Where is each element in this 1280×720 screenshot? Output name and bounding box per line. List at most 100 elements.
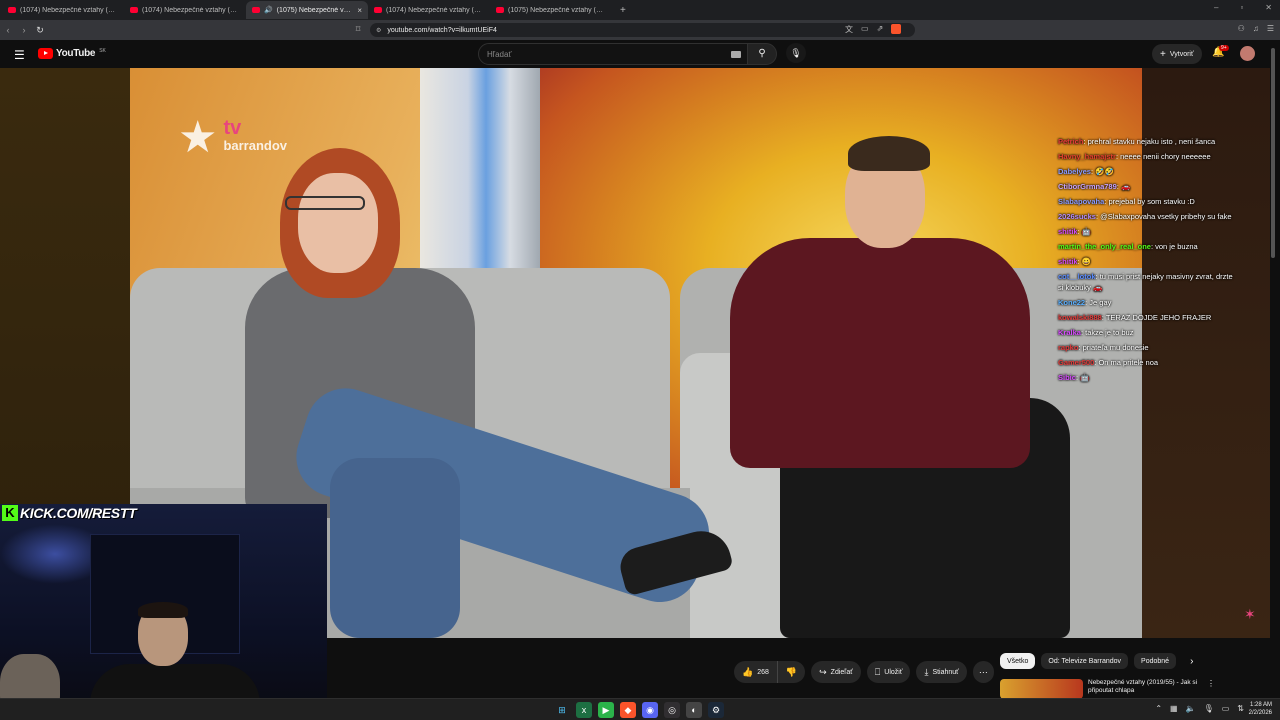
- streamer-webcam: K KICK.COM/RESTT: [0, 504, 327, 720]
- system-tray: ⌃ ▦ 🔈 🎙 ▭ ⇅: [1155, 704, 1244, 713]
- chat-text: 🤖: [1081, 227, 1092, 236]
- search-button[interactable]: ⚲: [747, 43, 777, 65]
- browser-tab-5[interactable]: (1075) Nebezpečné vztahy (2018/47: [490, 1, 612, 19]
- chat-message: CtiborGrmna789: 🚗: [1058, 181, 1238, 192]
- new-tab-button[interactable]: +: [620, 5, 626, 16]
- menu-icon[interactable]: ☰: [1267, 24, 1274, 33]
- tray-chevron-icon[interactable]: ⌃: [1155, 704, 1162, 713]
- account-avatar[interactable]: [1240, 46, 1255, 61]
- chat-message: rapko: priateľa mu donesie: [1058, 342, 1238, 353]
- chat-username: CtiborGrmna789: [1058, 182, 1117, 191]
- star-logo-icon: ★: [178, 113, 218, 162]
- windows-start-icon[interactable]: ⊞: [554, 702, 570, 718]
- bookmark-icon[interactable]: ⌑: [350, 24, 366, 35]
- tv-barrandov-logo: ★ tv barrandov: [178, 113, 288, 162]
- video-actions: 👍 268 👎 ↪ Zdieľať ⎕ Uložiť ⤓ Stiahnuť ⋯: [734, 661, 994, 683]
- chat-text: takze je to buz: [1085, 328, 1134, 337]
- chat-username: Sibic: [1058, 373, 1076, 382]
- recommended-video[interactable]: Nebezpečné vztahy (2019/55) - Jak si při…: [1000, 679, 1270, 699]
- address-bar[interactable]: ⚙ youtube.com/watch?v=ilkumtUEiF4: [370, 23, 915, 37]
- microphone-icon: 🎙: [790, 48, 802, 58]
- app-icon[interactable]: ◐: [686, 702, 702, 718]
- youtube-header: ☰ YouTube SK Hľadať ⚲ 🎙 + Vytvoriť 🔔 9+: [0, 40, 1280, 68]
- scrollbar-thumb[interactable]: [1271, 48, 1275, 258]
- extension-icon[interactable]: ⚇: [1238, 24, 1245, 33]
- dislike-button[interactable]: 👎: [777, 661, 806, 683]
- translate-icon[interactable]: 文: [845, 24, 853, 35]
- brave-shield-icon[interactable]: [891, 24, 902, 34]
- chat-text: von je buzna: [1155, 242, 1198, 251]
- chip-from-channel[interactable]: Od: Televize Barrandov: [1041, 653, 1129, 669]
- excel-app-icon[interactable]: x: [576, 702, 592, 718]
- chat-username: shitik: [1058, 227, 1078, 236]
- browser-tab-strip: (1074) Nebezpečné vztahy (2020/10 (1074)…: [0, 0, 1280, 20]
- url-text[interactable]: youtube.com/watch?v=ilkumtUEiF4: [387, 27, 497, 34]
- minimize-icon[interactable]: –: [1214, 3, 1218, 12]
- tray-app-icon[interactable]: ▦: [1170, 704, 1178, 713]
- chevron-right-icon[interactable]: ›: [1190, 656, 1193, 667]
- more-actions-button[interactable]: ⋯: [972, 661, 994, 683]
- taskbar-clock[interactable]: 1:28 AM 2/2/2026: [1249, 701, 1272, 717]
- back-icon[interactable]: ‹: [0, 25, 16, 35]
- chat-text: prehral stavku nejaku isto , neni šanca: [1087, 137, 1216, 146]
- green-app-icon[interactable]: ▶: [598, 702, 614, 718]
- create-button[interactable]: + Vytvoriť: [1152, 44, 1202, 64]
- chat-message: Slabapovaha: prejebal by som stavku :D: [1058, 196, 1238, 207]
- chat-message: shitik: 😀: [1058, 256, 1238, 267]
- network-icon[interactable]: ⇅: [1237, 704, 1244, 713]
- chat-username: Slabapovaha: [1058, 197, 1105, 206]
- streamer-hair: [138, 602, 188, 618]
- thumbs-up-icon: 👍: [742, 666, 754, 677]
- steam-app-icon[interactable]: ⚙: [708, 702, 724, 718]
- chat-message: Kralka: takze je to buz: [1058, 327, 1238, 338]
- brave-browser-icon[interactable]: ◆: [620, 702, 636, 718]
- save-button[interactable]: ⎕ Uložiť: [866, 661, 911, 683]
- reload-icon[interactable]: ↻: [32, 25, 48, 36]
- share-icon[interactable]: ⇗: [877, 24, 884, 35]
- chat-text: neeee nenii chory neeeeee: [1120, 152, 1211, 161]
- chat-username: Petrich: [1058, 137, 1084, 146]
- guest-woman-glasses: [285, 196, 365, 210]
- chat-username: kowalski888: [1058, 313, 1102, 322]
- keyboard-icon[interactable]: [731, 51, 741, 58]
- forward-icon[interactable]: ›: [16, 25, 32, 35]
- volume-icon[interactable]: 🔈: [1186, 704, 1196, 713]
- chip-related[interactable]: Podobné: [1134, 653, 1177, 669]
- close-tab-icon[interactable]: ×: [357, 6, 362, 15]
- discord-app-icon[interactable]: ◉: [642, 702, 658, 718]
- plus-icon: +: [1160, 48, 1166, 60]
- thumbs-down-icon: 👎: [785, 666, 798, 677]
- like-button[interactable]: 👍 268: [734, 661, 778, 683]
- chat-text: @Slabaxpovaha vsetky pribehy su fake: [1100, 212, 1232, 221]
- chat-text: prejebal by som stavku :D: [1108, 197, 1195, 206]
- download-button[interactable]: ⤓ Stiahnuť: [916, 661, 967, 683]
- share-button[interactable]: ↪ Zdieľať: [811, 661, 861, 683]
- chat-username: Kralka: [1058, 328, 1081, 337]
- close-window-icon[interactable]: ✕: [1265, 3, 1272, 12]
- browser-tab-4[interactable]: (1074) Nebezpečné vztahy (2019/5: [368, 1, 490, 19]
- microphone-tray-icon[interactable]: 🎙: [1204, 704, 1214, 713]
- hamburger-menu-icon[interactable]: ☰: [14, 48, 25, 62]
- chat-username: Gamer500: [1058, 358, 1095, 367]
- search-input[interactable]: Hľadať: [478, 43, 748, 65]
- youtube-favicon-icon: [252, 7, 260, 13]
- voice-search-button[interactable]: 🎙: [786, 43, 806, 63]
- browser-tab-2[interactable]: (1074) Nebezpečné vztahy (2018/49: [124, 1, 246, 19]
- browser-tab-3-active[interactable]: 🔊(1075) Nebezpečné vztahy (2×: [246, 1, 368, 19]
- chat-username: Kone22: [1058, 298, 1086, 307]
- cast-icon[interactable]: ▭: [861, 24, 869, 35]
- chat-message: cot__lotok: tu musi prist nejaky masivny…: [1058, 271, 1238, 293]
- chat-username: martin_the_only_real_one: [1058, 242, 1151, 251]
- recommended-video-thumbnail[interactable]: [1000, 679, 1083, 699]
- browser-tab-1[interactable]: (1074) Nebezpečné vztahy (2020/10: [2, 1, 124, 19]
- site-info-icon[interactable]: ⚙: [376, 27, 381, 34]
- recommended-video-title[interactable]: Nebezpečné vztahy (2019/55) - Jak si při…: [1088, 679, 1198, 699]
- media-control-icon[interactable]: ♫: [1253, 24, 1259, 33]
- maximize-icon[interactable]: ▫: [1240, 3, 1243, 12]
- chip-all[interactable]: Všetko: [1000, 653, 1036, 669]
- chat-message: Havny_hamajstr: neeee nenii chory neeeee…: [1058, 151, 1238, 162]
- obs-app-icon[interactable]: ◎: [664, 702, 680, 718]
- more-vertical-icon[interactable]: ⋮: [1207, 679, 1215, 699]
- display-icon[interactable]: ▭: [1222, 704, 1230, 713]
- youtube-logo[interactable]: YouTube SK: [38, 48, 106, 59]
